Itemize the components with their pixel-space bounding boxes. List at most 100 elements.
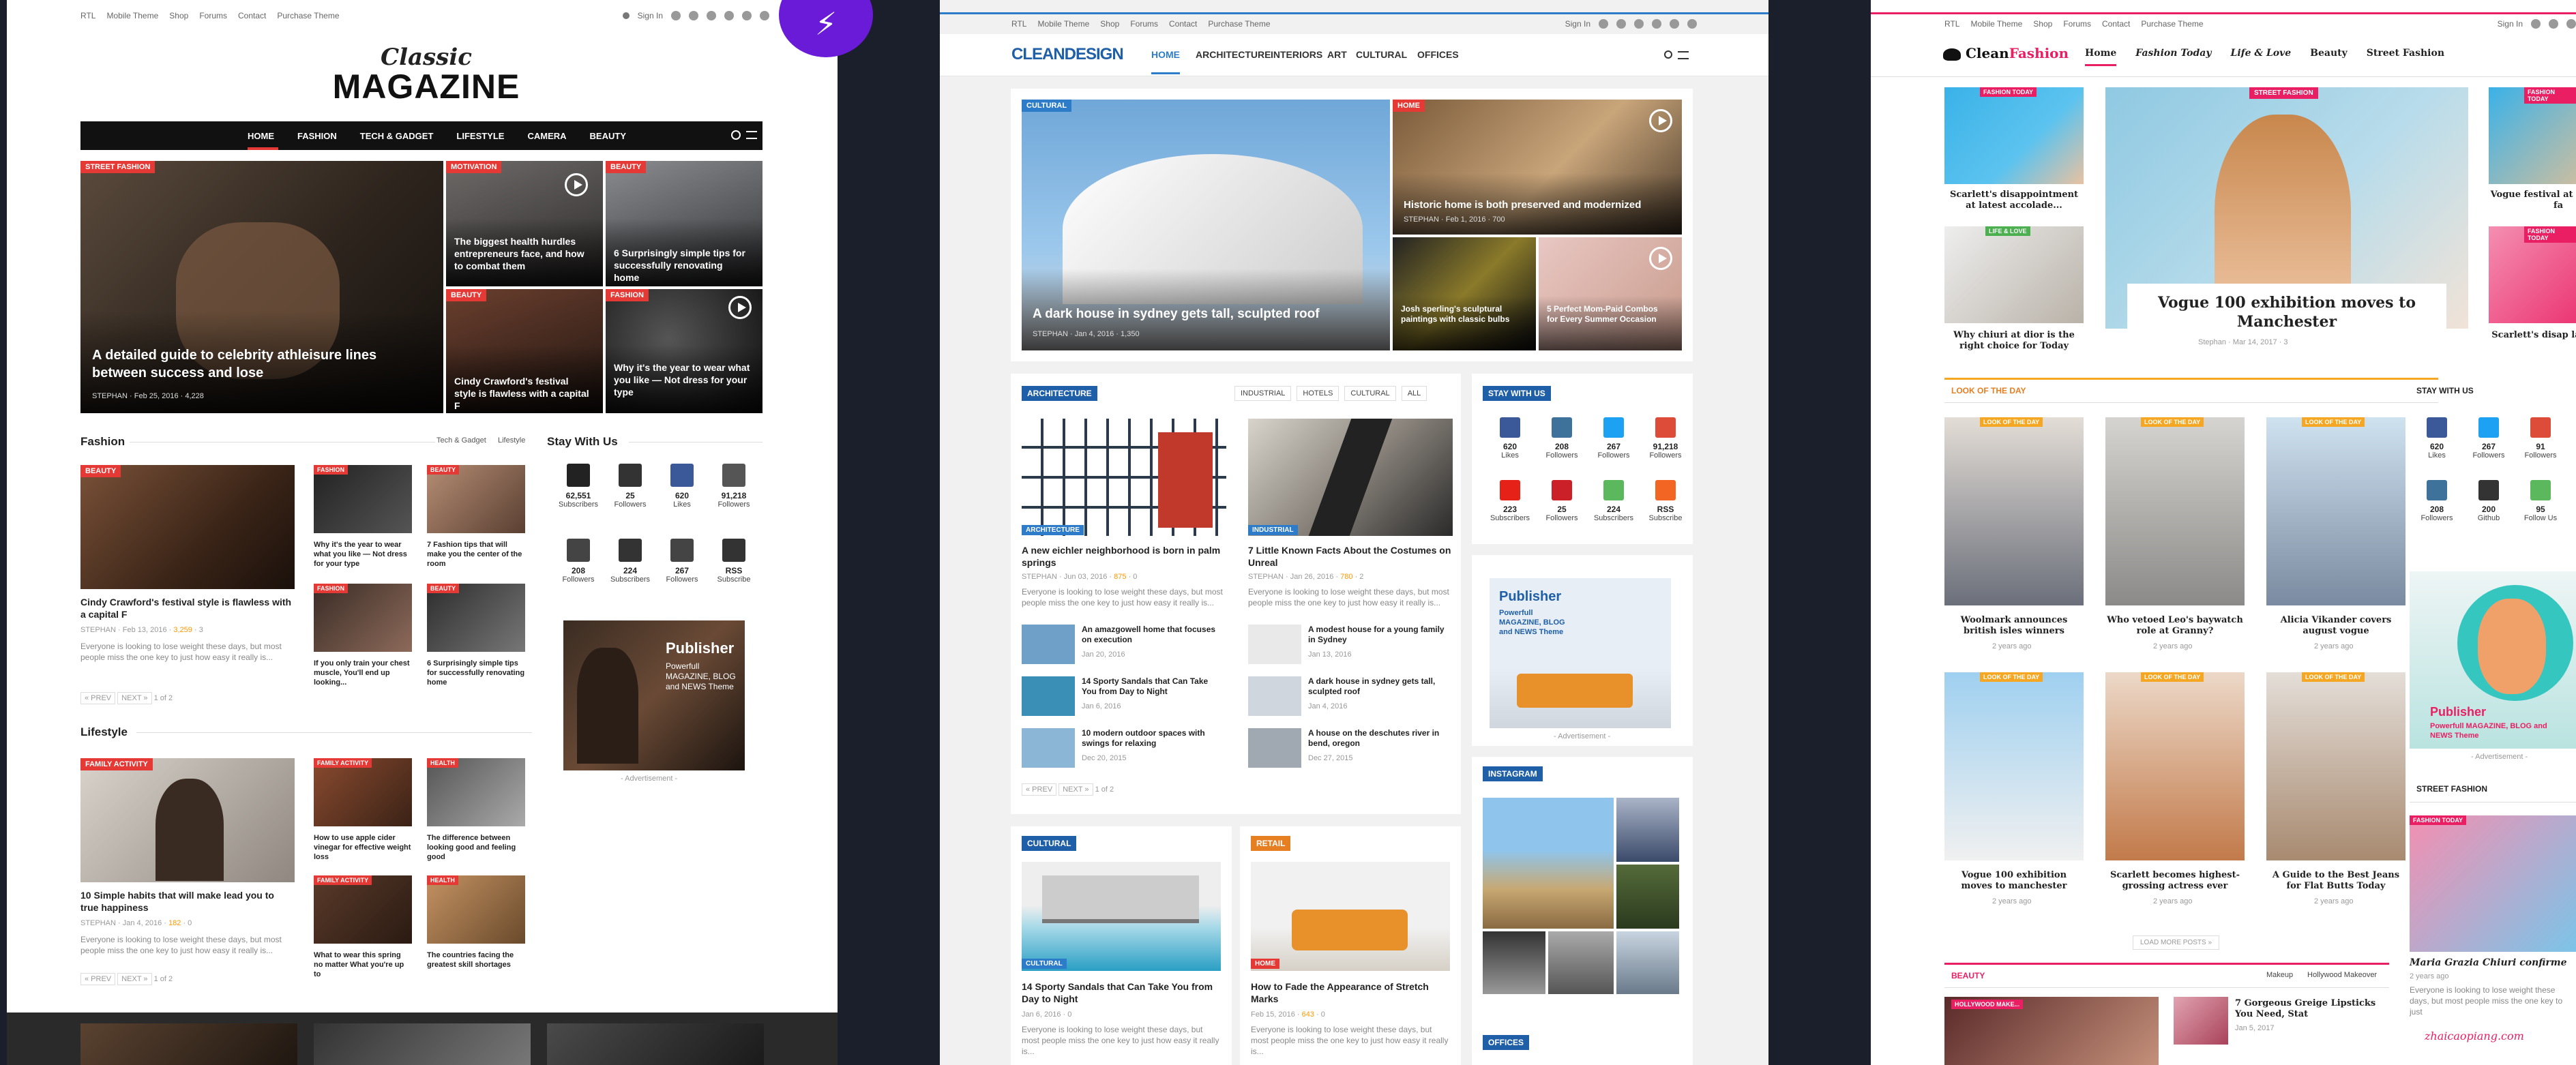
sign-in-link[interactable]: Sign In (638, 11, 663, 20)
left-title-2[interactable]: Why chiuri at dior is the right choice f… (1944, 330, 2084, 352)
retail-title[interactable]: How to Fade the Appearance of Stretch Ma… (1251, 980, 1450, 1005)
list-thumb[interactable] (1248, 676, 1301, 716)
play-icon[interactable] (1649, 109, 1672, 132)
lifestyle-item-title[interactable]: What to wear this spring no matter What … (314, 950, 412, 979)
top-link[interactable]: Purchase Theme (1208, 19, 1270, 29)
fashion-item-title[interactable]: Why it's the year to wear what you like … (314, 540, 412, 569)
nav-item-fashion-today[interactable]: Fashion Today (2135, 48, 2211, 66)
lifestyle-thumb-3[interactable] (314, 875, 412, 944)
grid-title-2[interactable]: 6 Surprisingly simple tips for successfu… (614, 247, 750, 284)
street-fashion-image[interactable] (2410, 815, 2576, 952)
advertisement-banner[interactable]: Publisher Powerfull MAGAZINE, BLOG and N… (2410, 571, 2576, 749)
nav-item-cultural[interactable]: CULTURAL (1356, 49, 1407, 60)
rss-icon[interactable] (760, 11, 769, 20)
tab-hollywood[interactable]: Hollywood Makeover (2307, 971, 2377, 979)
social-counter[interactable]: 620 Likes (1490, 417, 1530, 460)
next-button[interactable]: NEXT » (1058, 783, 1093, 796)
rss-icon[interactable] (1687, 19, 1697, 29)
pinterest-icon[interactable] (689, 11, 698, 20)
list-item-title[interactable]: An amazgowell home that focuses on execu… (1082, 625, 1224, 645)
comments[interactable]: 0 (1067, 1010, 1071, 1019)
fashion-main-title[interactable]: Cindy Crawford's festival style is flawl… (80, 596, 295, 620)
lotd-title[interactable]: A Guide to the Best Jeans for Flat Butts… (2266, 870, 2405, 892)
fashion-thumb-1[interactable] (314, 465, 412, 533)
lotd-tag[interactable]: LOOK OF THE DAY (2141, 672, 2204, 682)
social-counter[interactable]: 91 Followers (2520, 417, 2561, 460)
nav-item-beauty[interactable]: BEAUTY (590, 131, 626, 141)
author[interactable]: Stephan (2198, 338, 2226, 346)
arch-tag-a[interactable]: ARCHITECTURE (1022, 525, 1084, 535)
lotd-image[interactable] (2266, 672, 2405, 860)
sign-in-link[interactable]: Sign In (2498, 19, 2523, 29)
right-title-2[interactable]: Scarlett's disap latest acco (2489, 330, 2576, 341)
lifestyle-item-title[interactable]: The countries facing the greatest skill … (427, 950, 525, 970)
top-link[interactable]: Forums (199, 11, 227, 20)
grid-tag-3[interactable]: BEAUTY (446, 289, 487, 301)
author[interactable]: STEPHAN (80, 626, 116, 634)
lotd-title[interactable]: Woolmark announces british isles winners (1944, 615, 2084, 637)
menu-icon[interactable] (1678, 51, 1689, 59)
play-icon[interactable] (728, 296, 752, 319)
advertisement-banner[interactable]: Publisher Powerfull MAGAZINE, BLOG and N… (1490, 578, 1671, 728)
list-thumb[interactable] (1022, 625, 1075, 664)
side-title-2[interactable]: Josh sperling's sculptural paintings wit… (1401, 304, 1524, 325)
hero-tag[interactable]: CULTURAL (1022, 100, 1072, 112)
fashion-thumb-2[interactable] (427, 465, 525, 533)
instagram-icon[interactable] (2531, 19, 2541, 29)
tab-makeup[interactable]: Makeup (2266, 971, 2293, 979)
nav-item-home[interactable]: Home (2085, 48, 2117, 66)
top-link[interactable]: Purchase Theme (2141, 19, 2203, 29)
grid-title-1[interactable]: The biggest health hurdles entrepreneurs… (454, 235, 591, 272)
social-counter[interactable]: 208 Followers (558, 539, 599, 584)
lotd-tag[interactable]: LOOK OF THE DAY (2302, 417, 2365, 427)
cultural-tag[interactable]: CULTURAL (1022, 959, 1067, 969)
next-button[interactable]: NEXT » (117, 973, 152, 985)
top-link[interactable]: Forums (2063, 19, 2091, 29)
author[interactable]: STEPHAN (1404, 215, 1439, 224)
fashion-item-title[interactable]: 6 Surprisingly simple tips for successfu… (427, 659, 525, 687)
cultural-image[interactable] (1022, 862, 1221, 971)
lotd-image[interactable] (2105, 672, 2245, 860)
thumb-tag[interactable]: BEAUTY (427, 465, 460, 475)
instagram-photo[interactable] (1548, 931, 1614, 994)
filter-industrial[interactable]: INDUSTRIAL (1234, 386, 1292, 401)
nav-item-home[interactable]: HOME (1151, 49, 1180, 60)
pinterest-icon[interactable] (1616, 19, 1626, 29)
cultural-title[interactable]: 14 Sporty Sandals that Can Take You from… (1022, 980, 1221, 1005)
nav-item-offices[interactable]: OFFICES (1417, 49, 1459, 60)
nav-item-camera[interactable]: CAMERA (527, 131, 566, 141)
side-title-1[interactable]: Historic home is both preserved and mode… (1404, 199, 1663, 211)
author[interactable]: STEPHAN (92, 392, 128, 400)
social-counter[interactable]: 224 Subscribers (1593, 480, 1634, 522)
side-image-1[interactable] (1393, 100, 1682, 235)
grid-title-4[interactable]: Why it's the year to wear what you like … (614, 361, 750, 398)
nav-item-art[interactable]: ART (1327, 49, 1347, 60)
lifestyle-item-title[interactable]: The difference between looking good and … (427, 833, 525, 862)
beauty-tag[interactable]: HOLLYWOOD MAKE... (1951, 1000, 2024, 1009)
tab-tech[interactable]: Tech & Gadget (436, 436, 486, 445)
grid-tag-1[interactable]: MOTIVATION (446, 161, 502, 173)
site-logo[interactable]: CleanFashion (1943, 45, 2069, 61)
lifestyle-thumb-1[interactable] (314, 758, 412, 826)
author[interactable]: STEPHAN (1022, 573, 1057, 581)
side-image-2[interactable] (1393, 237, 1536, 350)
lotd-tag[interactable]: LOOK OF THE DAY (1980, 417, 2043, 427)
prev-button[interactable]: « PREV (80, 973, 116, 985)
fashion-item-title[interactable]: If you only train your chest muscle, You… (314, 659, 412, 687)
list-thumb[interactable] (1248, 728, 1301, 768)
social-counter[interactable]: RSS Subscribe (1645, 480, 1686, 522)
social-counter[interactable]: 267 Followers (2468, 417, 2509, 460)
top-link[interactable]: Shop (169, 11, 188, 20)
lotd-image[interactable] (2105, 417, 2245, 605)
instagram-photo[interactable] (1616, 865, 1679, 929)
beauty-thumb[interactable] (2174, 997, 2228, 1045)
instagram-photo[interactable] (1616, 931, 1679, 994)
author[interactable]: STEPHAN (1248, 573, 1284, 581)
facebook-icon[interactable] (1634, 19, 1644, 29)
pinterest-icon[interactable] (2549, 19, 2558, 29)
lotd-tag[interactable]: LOOK OF THE DAY (2141, 417, 2204, 427)
filter-all[interactable]: ALL (1401, 386, 1427, 401)
left-tag-1[interactable]: FASHION TODAY (1980, 87, 2037, 97)
advertisement-banner[interactable]: Publisher Powerfull MAGAZINE, BLOG and N… (563, 620, 745, 770)
social-counter[interactable]: 200 Github (2468, 480, 2509, 522)
